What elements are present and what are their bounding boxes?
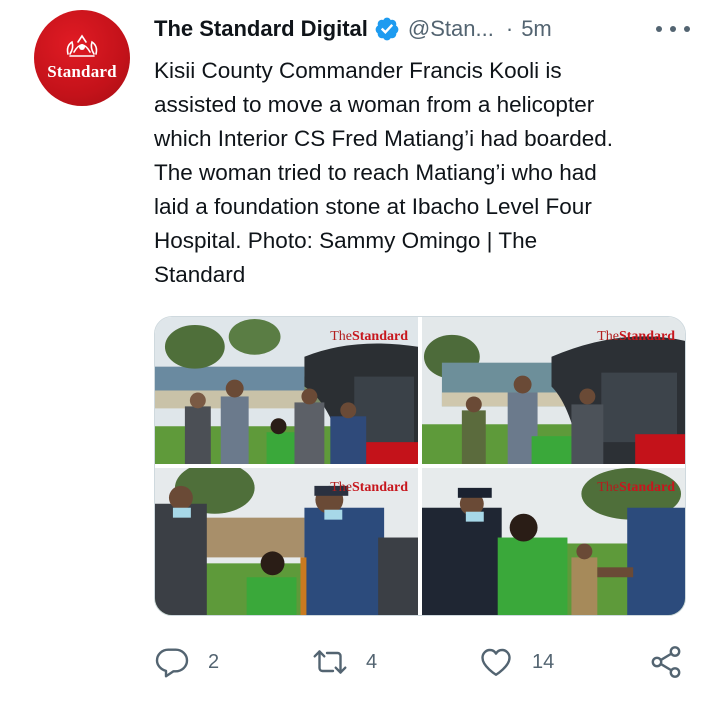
share-icon bbox=[651, 646, 681, 678]
watermark: TheStandard bbox=[330, 329, 408, 344]
crest-logo-icon bbox=[66, 34, 98, 57]
separator-dot: · bbox=[505, 16, 514, 41]
reply-button[interactable]: 2 bbox=[154, 640, 219, 684]
retweet-count: 4 bbox=[366, 650, 378, 673]
like-icon bbox=[481, 648, 511, 676]
retweet-button[interactable]: 4 bbox=[312, 640, 377, 684]
media-grid[interactable]: TheStandard TheStandard TheStandard TheS… bbox=[154, 316, 686, 616]
timestamp[interactable]: 5m bbox=[521, 16, 552, 42]
display-name[interactable]: The Standard Digital bbox=[154, 16, 368, 42]
reply-count: 2 bbox=[208, 650, 220, 673]
watermark: TheStandard bbox=[597, 480, 675, 495]
avatar-brand-text: Standard bbox=[47, 62, 117, 81]
photo-4[interactable]: TheStandard bbox=[422, 468, 685, 615]
tweet-header: The Standard Digital @Stan... · 5m bbox=[154, 14, 700, 44]
verified-badge-icon bbox=[375, 17, 399, 41]
share-button[interactable] bbox=[648, 640, 684, 684]
like-button[interactable]: 14 bbox=[478, 640, 554, 684]
tweet-text: Kisii County Commander Francis Kooli is … bbox=[154, 58, 613, 287]
retweet-icon bbox=[313, 650, 347, 674]
action-bar: 2 4 14 bbox=[154, 640, 694, 684]
more-options-icon[interactable] bbox=[656, 18, 690, 40]
photo-1[interactable]: TheStandard bbox=[155, 317, 418, 464]
watermark: TheStandard bbox=[597, 329, 675, 344]
like-count: 14 bbox=[532, 650, 555, 673]
reply-icon bbox=[155, 648, 189, 678]
photo-3[interactable]: TheStandard bbox=[155, 468, 418, 615]
photo-2[interactable]: TheStandard bbox=[422, 317, 685, 464]
handle[interactable]: @Stan... bbox=[408, 16, 494, 42]
watermark: TheStandard bbox=[330, 480, 408, 495]
avatar[interactable]: Standard bbox=[34, 10, 130, 106]
